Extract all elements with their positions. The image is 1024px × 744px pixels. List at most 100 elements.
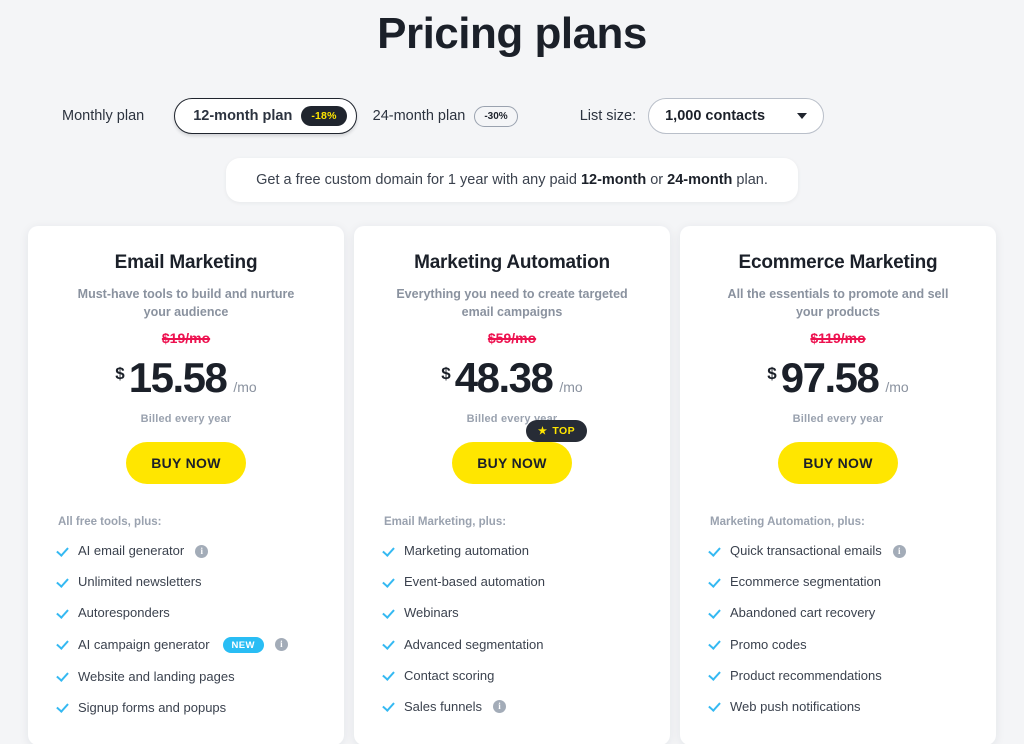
price-period: /mo [885,379,909,396]
feature-item: Promo codes [710,637,966,653]
discount-badge-18: -18% [301,106,347,126]
check-icon [384,546,395,557]
page-title: Pricing plans [377,9,647,58]
check-icon [384,608,395,619]
info-icon[interactable]: i [274,638,288,652]
feature-item: Marketing automation [384,543,640,559]
check-icon [58,608,69,619]
feature-label: Abandoned cart recovery [730,605,876,621]
old-price: $119/mo [810,330,866,347]
feature-item: AI email generator i [58,543,314,559]
info-icon[interactable]: i [195,544,209,558]
billing-note: Billed every year [792,413,884,426]
feature-item: Web push notifications [710,699,966,715]
chevron-down-icon [797,113,808,119]
feature-label: Website and landing pages [78,668,235,684]
check-icon [58,671,69,682]
price-row: $48.38/mo [354,357,670,399]
feature-label: Product recommendations [730,667,882,683]
feature-label: Marketing automation [404,543,530,559]
plan-option-24-month[interactable]: 24-month plan -30% [359,105,532,127]
plan-subtitle: Everything you need to create targeted e… [396,287,628,320]
plan-option-24-month-label: 24-month plan [372,108,466,124]
promo-bold-12-month: 12-month [580,172,647,188]
feature-label: Ecommerce segmentation [730,574,882,590]
feature-item: Unlimited newsletters [58,574,314,590]
list-size-group: List size: 1,000 contacts [579,98,825,134]
feature-item: AI campaign generator NEW i [58,636,314,654]
list-size-value: 1,000 contacts [665,108,766,124]
price-period: /mo [559,379,583,396]
feature-item: Ecommerce segmentation [710,574,966,590]
old-price: $19/mo [161,330,211,347]
old-price: $59/mo [487,330,537,347]
buy-now-button[interactable]: BUY NOW [126,442,246,485]
star-icon: ★ [538,425,548,437]
check-icon [710,608,721,619]
promo-banner: Get a free custom domain for 1 year with… [226,158,798,202]
cta-wrap: BUY NOW [680,442,996,485]
feature-item: Product recommendations [710,668,966,684]
discount-badge-30: -30% [474,105,518,127]
billing-note: Billed every year [466,413,558,426]
feature-label: Promo codes [730,636,807,652]
feature-label: Web push notifications [730,698,861,714]
list-size-dropdown[interactable]: 1,000 contacts [648,98,825,134]
price-period: /mo [233,379,257,396]
cta-wrap: ★ TOP BUY NOW [354,420,670,485]
price-amount: 48.38 [454,354,554,402]
feature-label: AI campaign generator [78,636,210,652]
plan-title: Ecommerce Marketing [738,252,938,273]
price-amount: 15.58 [128,354,228,402]
feature-item: Signup forms and popups [58,700,314,716]
buy-now-button[interactable]: BUY NOW [778,442,898,485]
check-icon [710,639,721,650]
info-icon[interactable]: i [892,544,906,558]
currency-symbol: $ [115,364,125,384]
check-icon [710,701,721,712]
check-icon [384,670,395,681]
billing-note: Billed every year [140,413,232,426]
new-badge: NEW [222,636,264,654]
feature-list: Marketing automation Event-based automati… [354,543,670,714]
buy-now-button[interactable]: BUY NOW [452,442,572,485]
plan-option-monthly-label: Monthly plan [62,108,145,124]
currency-symbol: $ [767,364,777,384]
feature-item: Quick transactional emails i [710,543,966,559]
feature-label: Contact scoring [404,667,495,683]
check-icon [58,577,69,588]
plan-option-12-month[interactable]: 12-month plan -18% [174,98,357,134]
promo-text-prefix: Get a free custom domain for 1 year with… [256,172,581,188]
top-badge-label: TOP [552,425,575,438]
pricing-card-list: Email Marketing Must-have tools to build … [0,226,1024,744]
price-amount: 97.58 [780,354,880,402]
check-icon [384,577,395,588]
currency-symbol: $ [441,364,451,384]
plan-option-12-month-label: 12-month plan [193,108,293,124]
plan-option-monthly[interactable]: Monthly plan [48,108,158,124]
plan-title: Marketing Automation [414,252,610,273]
feature-label: Signup forms and popups [78,699,227,715]
top-badge: ★ TOP [526,420,587,442]
feature-list: AI email generator i Unlimited newsletters… [28,543,344,715]
features-heading: Email Marketing, plus: [384,516,507,529]
pricing-card: Marketing Automation Everything you need … [354,226,670,744]
feature-label: Unlimited newsletters [78,574,202,590]
feature-list: Quick transactional emails i Ecommerce seg… [680,543,996,714]
check-icon [384,639,395,650]
info-icon[interactable]: i [493,700,507,714]
check-icon [710,577,721,588]
check-icon [710,546,721,557]
promo-text-suffix: plan. [732,172,768,188]
feature-label: Sales funnels [404,698,483,714]
check-icon [58,546,69,557]
feature-item: Abandoned cart recovery [710,605,966,621]
list-size-label: List size: [579,108,637,124]
price-row: $15.58/mo [28,357,344,399]
feature-item: Event-based automation [384,574,640,590]
feature-label: Advanced segmentation [404,636,544,652]
check-icon [384,701,395,712]
pricing-card: Email Marketing Must-have tools to build … [28,226,344,744]
check-icon [58,639,69,650]
check-icon [710,670,721,681]
